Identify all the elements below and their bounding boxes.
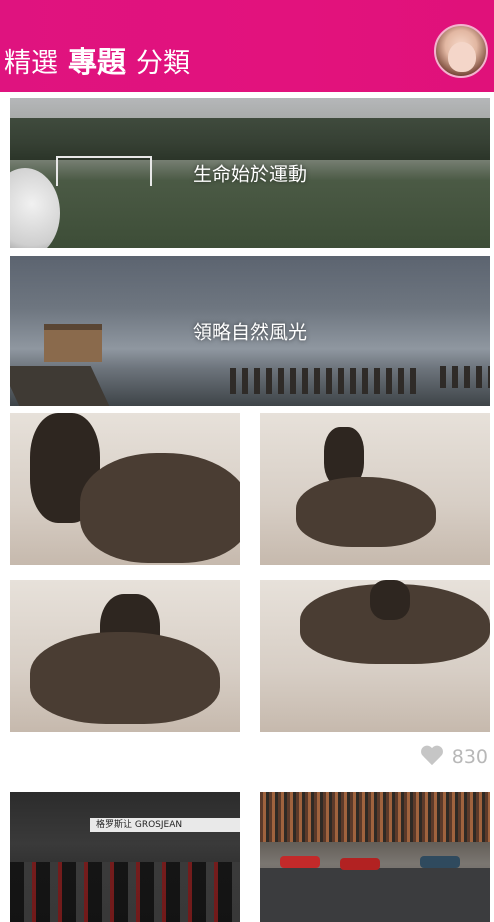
photo-horse [296,477,436,547]
app-header: 精選 專題 分類 [0,0,494,92]
tab-featured[interactable]: 精選 [4,44,58,84]
photo-race-car [340,858,380,870]
banner-image-posts [440,366,490,388]
like-count: 830 [451,746,488,768]
gallery-photo[interactable] [260,413,490,565]
pit-banner-text: 格罗斯让 GROSJEAN [90,818,240,832]
gallery-photo[interactable]: 格罗斯让 GROSJEAN [10,792,240,922]
photo-rider [370,580,410,620]
banner-caption: 生命始於運動 [192,163,307,186]
photo-race-car [420,856,460,868]
banner-caption: 領略自然風光 [192,321,307,344]
tab-topics[interactable]: 專題 [68,42,126,82]
photo-pit-crew [10,862,240,922]
gallery-photo[interactable] [260,580,490,732]
banner-image-pier [10,366,110,406]
topic-banner-nature[interactable]: 領略自然風光 [10,256,490,406]
photo-track [260,868,490,922]
gallery-photo[interactable] [10,580,240,732]
photo-horse [30,632,220,724]
tab-categories[interactable]: 分類 [136,44,190,84]
topic-banner-sports[interactable]: 生命始於運動 [10,98,490,248]
gallery-photo[interactable] [10,413,240,565]
gallery-photo[interactable] [260,792,490,922]
banner-image-trees [10,118,490,160]
like-counter[interactable]: 830 [420,746,488,768]
banner-image-posts [230,368,420,394]
user-avatar[interactable] [434,24,488,78]
heart-icon [420,746,444,768]
photo-horse [80,453,240,563]
photo-grandstand [260,792,490,842]
photo-race-car [280,856,320,868]
category-tabs: 精選 專題 分類 [4,42,200,82]
